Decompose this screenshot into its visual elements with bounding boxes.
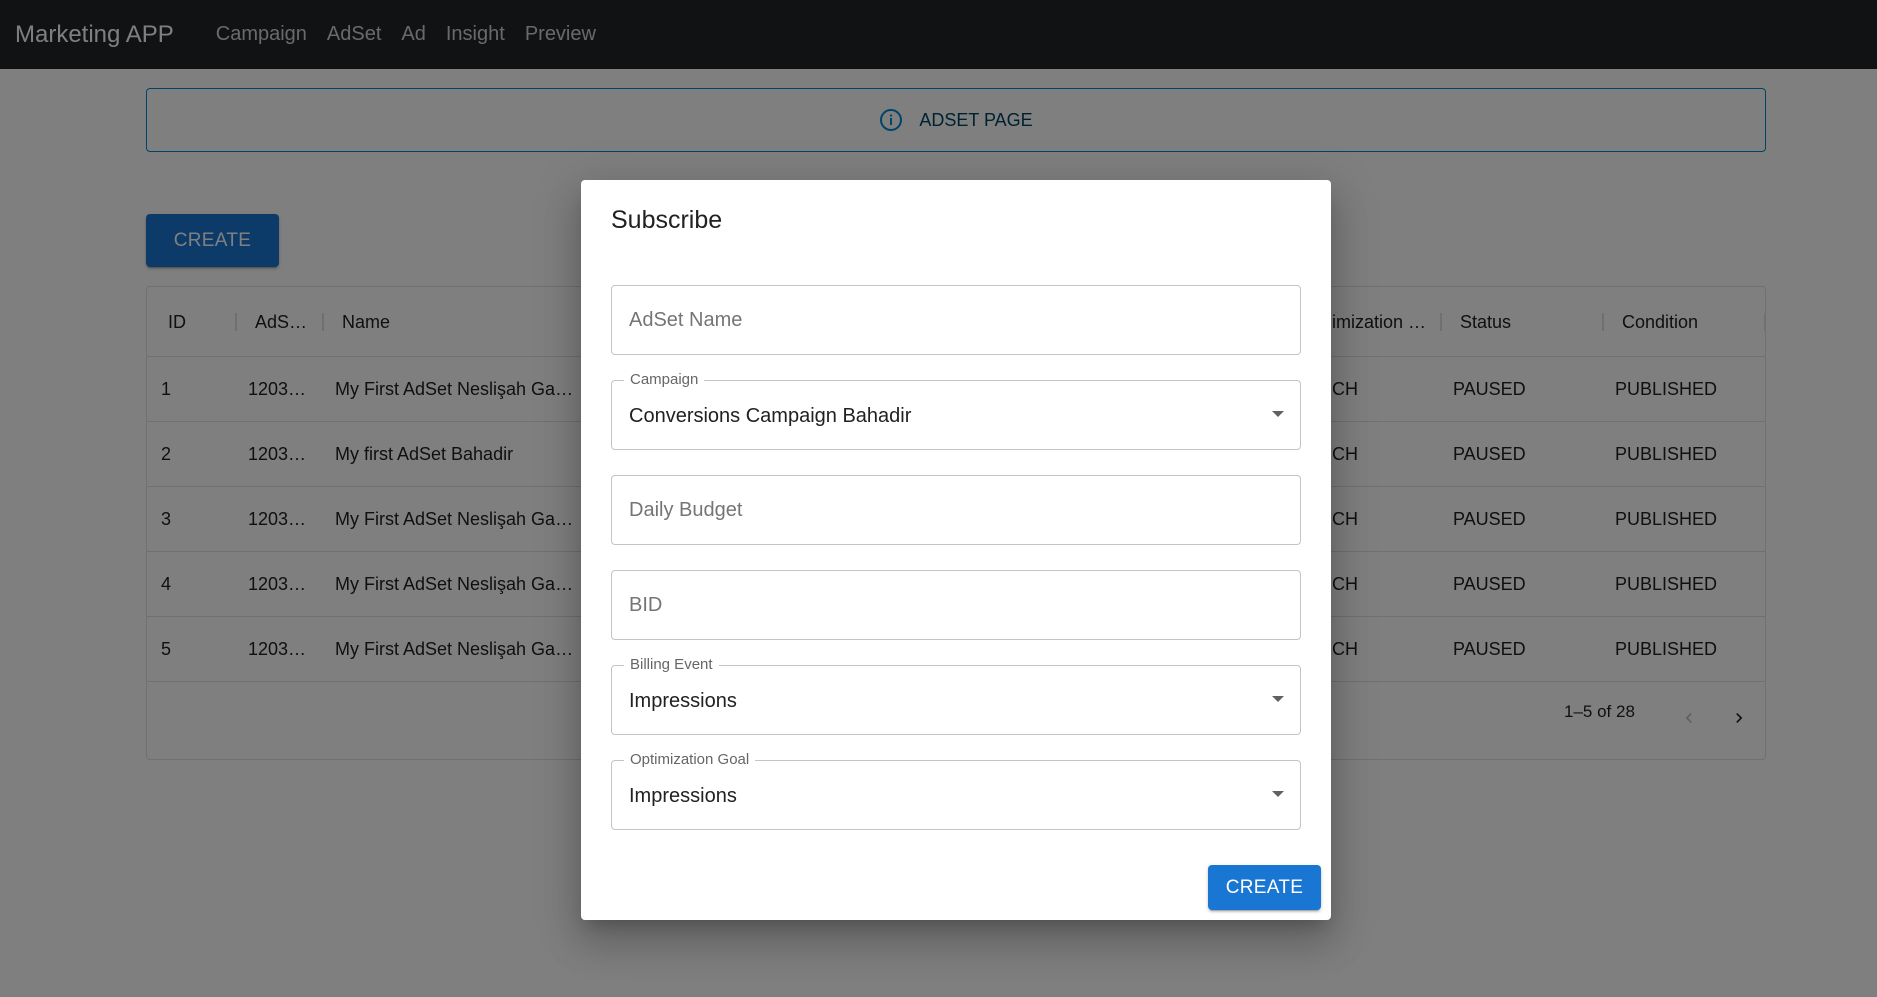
bid-field — [611, 570, 1301, 640]
adset-name-field — [611, 285, 1301, 355]
subscribe-dialog: Subscribe Campaign Conversions Campaign … — [581, 180, 1331, 920]
bid-input[interactable] — [612, 571, 1300, 639]
dropdown-arrow-icon — [1272, 696, 1284, 702]
dropdown-arrow-icon — [1272, 411, 1284, 417]
daily-budget-field — [611, 475, 1301, 545]
optimization-goal-value: Impressions — [629, 784, 737, 807]
adset-name-input[interactable] — [612, 286, 1300, 354]
optimization-goal-select[interactable]: Optimization Goal Impressions — [611, 751, 1301, 830]
campaign-select[interactable]: Campaign Conversions Campaign Bahadir — [611, 371, 1301, 450]
campaign-value: Conversions Campaign Bahadir — [629, 404, 912, 427]
dialog-title: Subscribe — [611, 206, 723, 234]
billing-event-select[interactable]: Billing Event Impressions — [611, 656, 1301, 735]
dropdown-arrow-icon — [1272, 791, 1284, 797]
billing-event-value: Impressions — [629, 689, 737, 712]
daily-budget-input[interactable] — [612, 476, 1300, 544]
dialog-create-button[interactable]: CREATE — [1208, 865, 1321, 910]
